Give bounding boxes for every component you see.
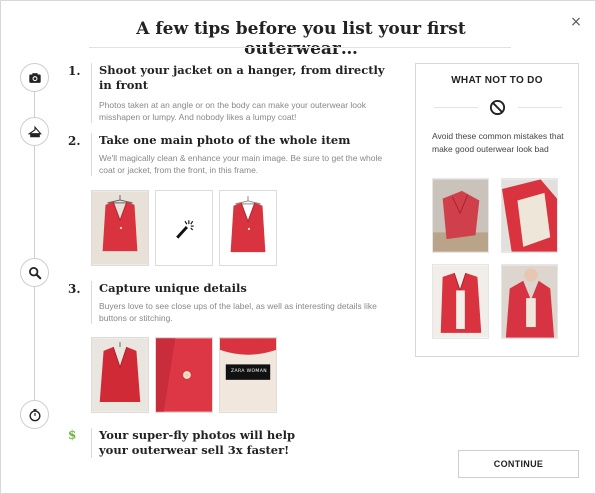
step-3: Capture unique details Buyers love to se…	[91, 281, 391, 324]
label-brand-text: ZARA WOMAN	[231, 369, 267, 374]
step-3-description: Buyers love to see close ups of the labe…	[99, 301, 377, 323]
step-2-description: We'll magically clean & enhance your mai…	[99, 153, 383, 175]
stopwatch-icon	[20, 400, 49, 429]
step-1-number: 1.	[68, 64, 81, 78]
panel-rule-left	[434, 107, 478, 108]
title-divider	[89, 47, 511, 48]
magic-wand-icon	[156, 191, 212, 265]
magnifier-icon	[20, 258, 49, 287]
detail-jacket-photo	[91, 337, 149, 413]
step-2-title: Take one main photo of the whole item	[99, 133, 351, 147]
panel-title: WHAT NOT TO DO	[451, 75, 543, 86]
bad-photo-angled	[501, 178, 558, 253]
step-3-number: 3.	[68, 282, 81, 296]
what-not-to-do-panel: WHAT NOT TO DO Avoid these common mistak…	[415, 63, 579, 357]
step-3-title: Capture unique details	[99, 281, 247, 295]
bad-photo-wrinkled	[432, 178, 489, 253]
label-closeup-photo: ZARA WOMAN	[219, 337, 277, 413]
step-2: Take one main photo of the whole item We…	[91, 133, 391, 176]
dialog-title: A few tips before you list your first ou…	[136, 19, 466, 59]
dollar-icon: $	[68, 428, 77, 442]
bad-photo-on-body	[501, 264, 558, 339]
magic-wand-tile	[155, 190, 213, 266]
prohibited-icon	[489, 99, 506, 116]
original-jacket-photo	[91, 190, 149, 266]
camera-icon	[20, 63, 49, 92]
tips-dialog: A few tips before you list your first ou…	[0, 0, 596, 494]
step-1-title: Shoot your jacket on a hanger, from dire…	[99, 63, 385, 92]
button-closeup-photo	[155, 337, 213, 413]
continue-button[interactable]: CONTINUE	[458, 450, 579, 478]
bad-photo-lumpy	[432, 264, 489, 339]
panel-rule-right	[518, 107, 562, 108]
step-1-description: Photos taken at an angle or on the body …	[99, 100, 366, 122]
step-2-number: 2.	[68, 134, 81, 148]
summary: Your super-fly photos will help your out…	[91, 428, 321, 458]
panel-description: Avoid these common mistakes that make go…	[432, 131, 564, 154]
close-icon[interactable]: ×	[569, 15, 583, 29]
step-1: Shoot your jacket on a hanger, from dire…	[91, 63, 391, 123]
summary-text: Your super-fly photos will help your out…	[99, 428, 296, 457]
enhanced-jacket-photo	[219, 190, 277, 266]
hanger-icon	[20, 117, 49, 146]
